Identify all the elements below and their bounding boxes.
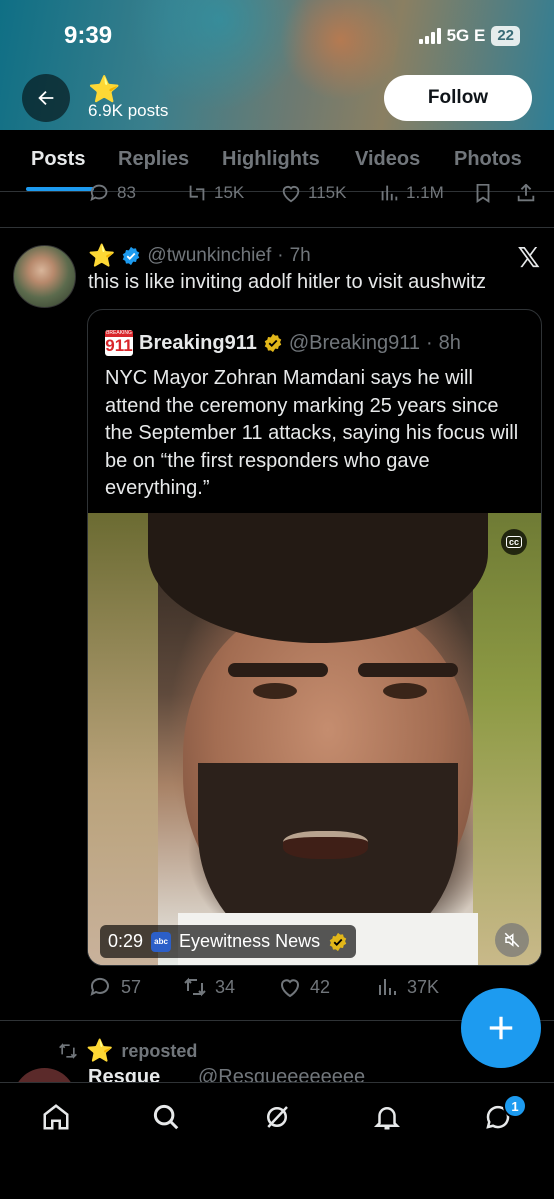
status-time: 9:39: [64, 22, 113, 49]
video-hair: [148, 513, 488, 643]
nav-search[interactable]: [146, 1097, 186, 1137]
reply-icon: [90, 184, 108, 202]
repost-count: 34: [215, 976, 236, 997]
nav-home[interactable]: [36, 1097, 76, 1137]
tab-videos[interactable]: Videos: [355, 148, 420, 171]
verified-badge-icon: [123, 246, 140, 266]
network-label: 5G E: [446, 26, 486, 45]
like-button[interactable]: 42: [278, 975, 330, 999]
views-button[interactable]: 1.1M: [378, 184, 444, 204]
tab-replies[interactable]: Replies: [118, 148, 189, 171]
speaker-muted-icon: [504, 932, 520, 948]
reply-count: 83: [117, 184, 136, 202]
video-background: [88, 513, 158, 965]
video-player[interactable]: cc 0:29 abc Eyewitness News: [88, 513, 541, 965]
quote-text: NYC Mayor Zohran Mamdani says he will at…: [105, 367, 519, 499]
video-background: [473, 513, 541, 965]
views-icon: [381, 185, 398, 201]
quote-time: 8h: [438, 331, 461, 354]
repost-button[interactable]: 15K: [186, 184, 244, 204]
avatar[interactable]: [13, 1068, 76, 1082]
share-icon: [517, 184, 535, 202]
bottom-nav: [0, 1082, 554, 1199]
share-button[interactable]: [515, 184, 537, 204]
like-count: 115K: [308, 184, 347, 202]
reply-icon: [90, 977, 109, 996]
nav-grok[interactable]: [257, 1097, 297, 1137]
bookmark-button[interactable]: [472, 184, 494, 204]
heart-icon: [281, 979, 299, 998]
battery-icon: 22: [491, 26, 520, 46]
status-indicators: 5G E 22: [418, 26, 520, 46]
display-name-star[interactable]: ⭐: [88, 243, 115, 269]
abc-logo-icon: abc: [151, 931, 172, 952]
prev-post-actions: 83 15K 115K 1.1M: [0, 184, 554, 228]
video-eye: [253, 683, 297, 699]
video-duration: 0:29: [108, 931, 144, 951]
views-button[interactable]: 37K: [375, 975, 439, 999]
tweet-time: 7h: [289, 245, 311, 266]
next-post-handle: @Resqueeeeeeee: [198, 1066, 366, 1082]
video-source: Eyewitness News: [179, 931, 321, 951]
grok-icon: [267, 1106, 288, 1128]
compose-button[interactable]: [461, 988, 541, 1068]
profile-tabs: Posts Replies Highlights Videos Photos: [0, 130, 554, 192]
repost-icon: [59, 1043, 77, 1059]
arrow-left-icon: [38, 90, 54, 106]
next-post-preview[interactable]: Resque @Resqueeeeeeee: [0, 1064, 554, 1082]
repost-icon: [189, 185, 205, 201]
reply-count: 57: [121, 976, 142, 997]
quote-handle: @Breaking911: [288, 331, 420, 354]
views-icon: [379, 979, 396, 995]
quote-header: BREAKING 911 Breaking911 @Breaking911 · …: [105, 330, 461, 356]
bell-icon: [373, 1107, 401, 1130]
mute-button[interactable]: [495, 923, 529, 957]
gold-verified-badge-icon: [264, 333, 282, 353]
x-logo-icon: 𝕏: [517, 242, 540, 273]
heart-icon: [282, 186, 300, 203]
like-button[interactable]: 115K: [280, 184, 346, 204]
repost-button[interactable]: 34: [183, 975, 235, 999]
search-icon: [153, 1104, 179, 1130]
video-eye: [383, 683, 427, 699]
views-count: 37K: [407, 976, 440, 997]
captions-icon: cc: [505, 536, 522, 548]
breaking911-logo: BREAKING 911: [105, 330, 133, 356]
repost-indicator: ⭐ reposted: [58, 1038, 197, 1064]
video-brow: [358, 663, 458, 677]
views-count: 1.1M: [406, 184, 444, 202]
quote-name: Breaking911: [139, 331, 257, 354]
tab-posts[interactable]: Posts: [31, 148, 85, 171]
follow-button[interactable]: Follow: [384, 75, 532, 121]
video-brow: [228, 663, 328, 677]
next-post-name: Resque: [88, 1066, 161, 1082]
reposter-star: ⭐: [86, 1038, 114, 1063]
tweet-handle[interactable]: @twunkinchief: [147, 245, 271, 267]
gold-verified-badge-icon: [329, 932, 347, 951]
messages-badge: 1: [503, 1094, 527, 1118]
captions-button[interactable]: cc: [501, 529, 527, 555]
video-mouth: [283, 831, 368, 859]
posts-count: 6.9K posts: [88, 101, 169, 120]
like-count: 42: [310, 976, 331, 997]
logo-number: 911: [105, 336, 133, 355]
tab-photos[interactable]: Photos: [454, 148, 522, 171]
repost-icon: [184, 977, 206, 997]
signal-icon: [418, 28, 441, 44]
back-button[interactable]: [22, 74, 70, 122]
home-icon: [43, 1104, 69, 1130]
quoted-post[interactable]: BREAKING 911 Breaking911 @Breaking911 · …: [87, 309, 542, 966]
repost-count: 15K: [214, 184, 245, 202]
reply-button[interactable]: 57: [89, 975, 141, 999]
reply-button[interactable]: 83: [89, 184, 136, 204]
avatar[interactable]: [13, 245, 76, 308]
bookmark-icon: [476, 184, 490, 203]
video-info-badge: 0:29 abc Eyewitness News: [100, 925, 357, 958]
tab-highlights[interactable]: Highlights: [222, 148, 320, 171]
repost-label: reposted: [121, 1040, 198, 1061]
tweet-header: ⭐ @twunkinchief · 7h: [88, 243, 311, 269]
nav-notifications[interactable]: [367, 1097, 407, 1137]
tweet-text: this is like inviting adolf hitler to vi…: [88, 271, 486, 293]
plus-icon: [489, 1016, 513, 1040]
